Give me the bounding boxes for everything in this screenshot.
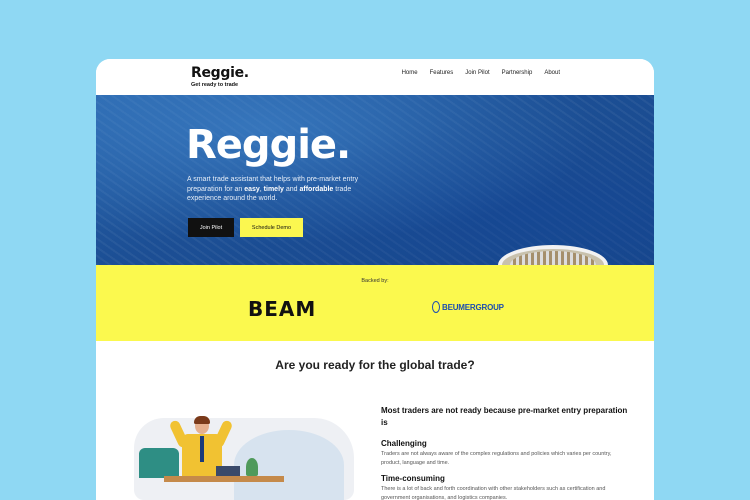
beumer-logo-text: BEUMERGROUP (442, 302, 504, 312)
beam-logo: BEAM (248, 297, 317, 321)
problem-section: Are you ready for the global trade? Most… (96, 341, 654, 500)
hero-title: Reggie. (186, 122, 351, 168)
desk-shape (164, 476, 284, 482)
person-hair-shape (194, 416, 210, 424)
hero-desc-sep: and (283, 185, 300, 193)
question-end: trade? (434, 358, 475, 372)
backers-section: Backed by: BEAM BEUMERGROUP (96, 265, 654, 341)
site-header: Reggie. Get ready to trade Home Features… (96, 59, 654, 95)
beumer-logo: BEUMERGROUP (432, 301, 504, 313)
person-tie-shape (200, 436, 204, 462)
stressed-trader-illustration (134, 406, 354, 500)
main-nav: Home Features Join Pilot Partnership Abo… (402, 70, 560, 76)
nav-partnership[interactable]: Partnership (502, 70, 533, 76)
nav-features[interactable]: Features (430, 70, 454, 76)
hero-section: Reggie. A smart trade assistant that hel… (96, 95, 654, 265)
problem-title-challenging: Challenging (381, 439, 427, 448)
nav-join-pilot[interactable]: Join Pilot (465, 70, 489, 76)
beumer-icon (432, 301, 440, 313)
logo[interactable]: Reggie. Get ready to trade (191, 65, 249, 89)
logo-title: Reggie. (191, 65, 249, 81)
backed-by-label: Backed by: (361, 278, 389, 284)
schedule-demo-button[interactable]: Schedule Demo (240, 218, 303, 237)
problem-heading: Most traders are not ready because pre-m… (381, 406, 628, 427)
hero-em-easy: easy (244, 185, 260, 193)
plant-shape (246, 458, 258, 476)
hero-description: A smart trade assistant that helps with … (187, 175, 377, 204)
problem-desc-challenging: Traders are not always aware of the comp… (381, 451, 612, 466)
nav-home[interactable]: Home (402, 70, 418, 76)
section-question: Are you ready for the global trade? (96, 358, 654, 372)
logo-tagline: Get ready to trade (191, 82, 239, 88)
question-part: Are you ready for the (275, 358, 400, 372)
join-pilot-button[interactable]: Join Pilot (188, 218, 234, 237)
hero-em-timely: timely (263, 185, 284, 193)
question-bold: global (399, 358, 435, 372)
nav-about[interactable]: About (544, 70, 560, 76)
chair-shape (139, 448, 179, 478)
problem-text: Most traders are not ready because pre-m… (381, 405, 631, 500)
laptop-shape (216, 466, 240, 476)
problem-title-time: Time-consuming (381, 474, 445, 483)
hero-em-affordable: affordable (299, 185, 334, 193)
browser-frame: Reggie. Get ready to trade Home Features… (96, 59, 654, 500)
problem-desc-time: There is a lot of back and forth coordin… (381, 486, 606, 500)
